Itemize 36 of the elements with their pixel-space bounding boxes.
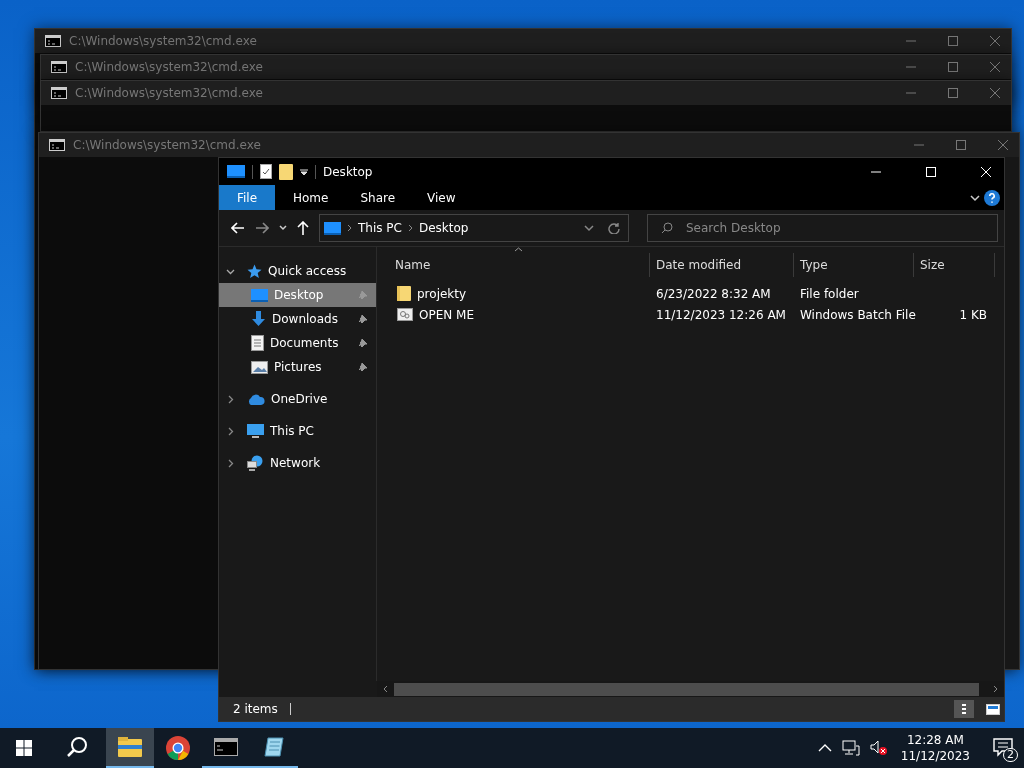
file-name[interactable]: OPEN ME bbox=[419, 307, 474, 322]
table-cell-text: 11/12/2023 12:26 AM bbox=[655, 307, 787, 322]
breadcrumb-item[interactable]: This PC bbox=[358, 221, 402, 235]
address-bar[interactable]: This PC Desktop bbox=[319, 214, 629, 242]
table-cell-text: 6/23/2022 8:32 AM bbox=[655, 286, 772, 301]
file-menu-button[interactable]: File bbox=[219, 185, 275, 210]
nav-item[interactable]: Documents bbox=[219, 331, 376, 355]
nav-item[interactable]: OneDrive bbox=[271, 392, 328, 406]
nav-item[interactable]: Quick access bbox=[268, 264, 347, 278]
clock-time[interactable]: 12:28 AM bbox=[906, 732, 964, 748]
table-cell-text: File folder bbox=[799, 286, 860, 301]
breadcrumb-item[interactable]: Desktop bbox=[418, 221, 469, 235]
table-cell: 1 KB bbox=[959, 307, 987, 322]
notification-count: 2 bbox=[1003, 748, 1018, 762]
file-name[interactable]: projekty bbox=[417, 286, 467, 301]
ribbon-tab[interactable]: Share bbox=[346, 185, 410, 210]
status-text: 2 items bbox=[233, 702, 278, 716]
nav-item[interactable]: This PC bbox=[270, 424, 314, 438]
column-header[interactable]: Date modified bbox=[650, 253, 794, 277]
column-header[interactable]: Name bbox=[377, 253, 650, 277]
nav-item[interactable]: Desktop bbox=[219, 283, 376, 307]
clock-date[interactable]: 11/12/2023 bbox=[900, 748, 970, 764]
column-header[interactable]: Size bbox=[914, 253, 995, 277]
ribbon-tab[interactable]: View bbox=[413, 185, 470, 210]
window-title: C:\Windows\system32\cmd.exe bbox=[69, 34, 257, 48]
window-title: C:\Windows\system32\cmd.exe bbox=[75, 86, 263, 100]
window-title: Desktop bbox=[323, 164, 373, 179]
ribbon-tab[interactable]: Home bbox=[279, 185, 343, 210]
nav-item[interactable]: Downloads bbox=[219, 307, 376, 331]
column-header[interactable]: Type bbox=[794, 253, 914, 277]
nav-item[interactable]: Pictures bbox=[219, 355, 376, 379]
window-title: C:\Windows\system32\cmd.exe bbox=[75, 60, 263, 74]
nav-item[interactable]: Network bbox=[270, 456, 321, 470]
window-title: C:\Windows\system32\cmd.exe bbox=[73, 138, 261, 152]
search-field[interactable]: Search Desktop bbox=[647, 214, 998, 242]
table-cell-text: Windows Batch File bbox=[799, 307, 914, 322]
